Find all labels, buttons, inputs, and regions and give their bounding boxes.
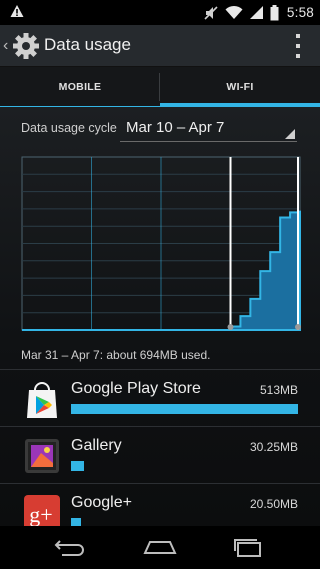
range-marker-handle[interactable] [227,324,234,330]
spinner-arrow-icon [285,129,295,139]
list-item[interactable]: g+ Google+ 20.50MB [0,483,320,526]
usage-summary: Mar 31 – Apr 7: about 694MB used. [21,348,211,362]
status-time: 5:58 [286,5,314,20]
app-size: 20.50MB [249,497,298,511]
back-icon[interactable] [52,535,88,559]
tab-wifi[interactable]: WI-FI [160,67,320,107]
app-size: 30.25MB [249,440,298,454]
page-title: Data usage [44,35,131,54]
play-store-icon [27,382,57,418]
gear-icon[interactable] [11,31,41,61]
list-item[interactable]: Gallery 30.25MB [0,426,320,483]
app-list: Google Play Store 513MB Gallery 30.25MB … [0,369,320,526]
app-size: 513MB [259,383,298,397]
list-item[interactable]: Google Play Store 513MB [0,369,320,426]
range-marker-handle[interactable] [295,324,301,330]
mute-icon [204,5,218,20]
usage-bar [71,404,298,414]
google-plus-icon: g+ [24,495,60,526]
app-name: Google Play Store [71,380,201,397]
home-icon[interactable] [142,535,178,559]
cycle-spinner[interactable]: Mar 10 – Apr 7 [120,116,297,142]
app-name: Gallery [71,437,122,454]
svg-text:g+: g+ [29,502,52,526]
tab-bar: MOBILE WI-FI [0,67,320,107]
app-name: Google+ [71,494,132,511]
warning-icon [10,5,24,17]
recents-icon[interactable] [230,535,266,559]
signal-icon [249,6,263,19]
status-bar: 5:58 [0,0,320,25]
usage-bar [71,518,81,526]
data-usage-content: Data usage cycle Mar 10 – Apr 7 Mar 31 –… [0,107,320,526]
usage-chart[interactable] [21,156,301,331]
gallery-icon [25,439,59,473]
cycle-label: Data usage cycle [21,121,117,135]
overflow-menu-icon[interactable] [294,34,302,58]
usage-bar [71,461,84,471]
battery-icon [270,4,279,20]
action-bar: ‹ Data usage [0,25,320,67]
up-caret-icon[interactable]: ‹ [3,37,11,55]
tab-mobile[interactable]: MOBILE [0,67,160,107]
cycle-value: Mar 10 – Apr 7 [126,119,225,136]
navigation-bar [0,526,320,569]
wifi-icon [225,5,243,19]
